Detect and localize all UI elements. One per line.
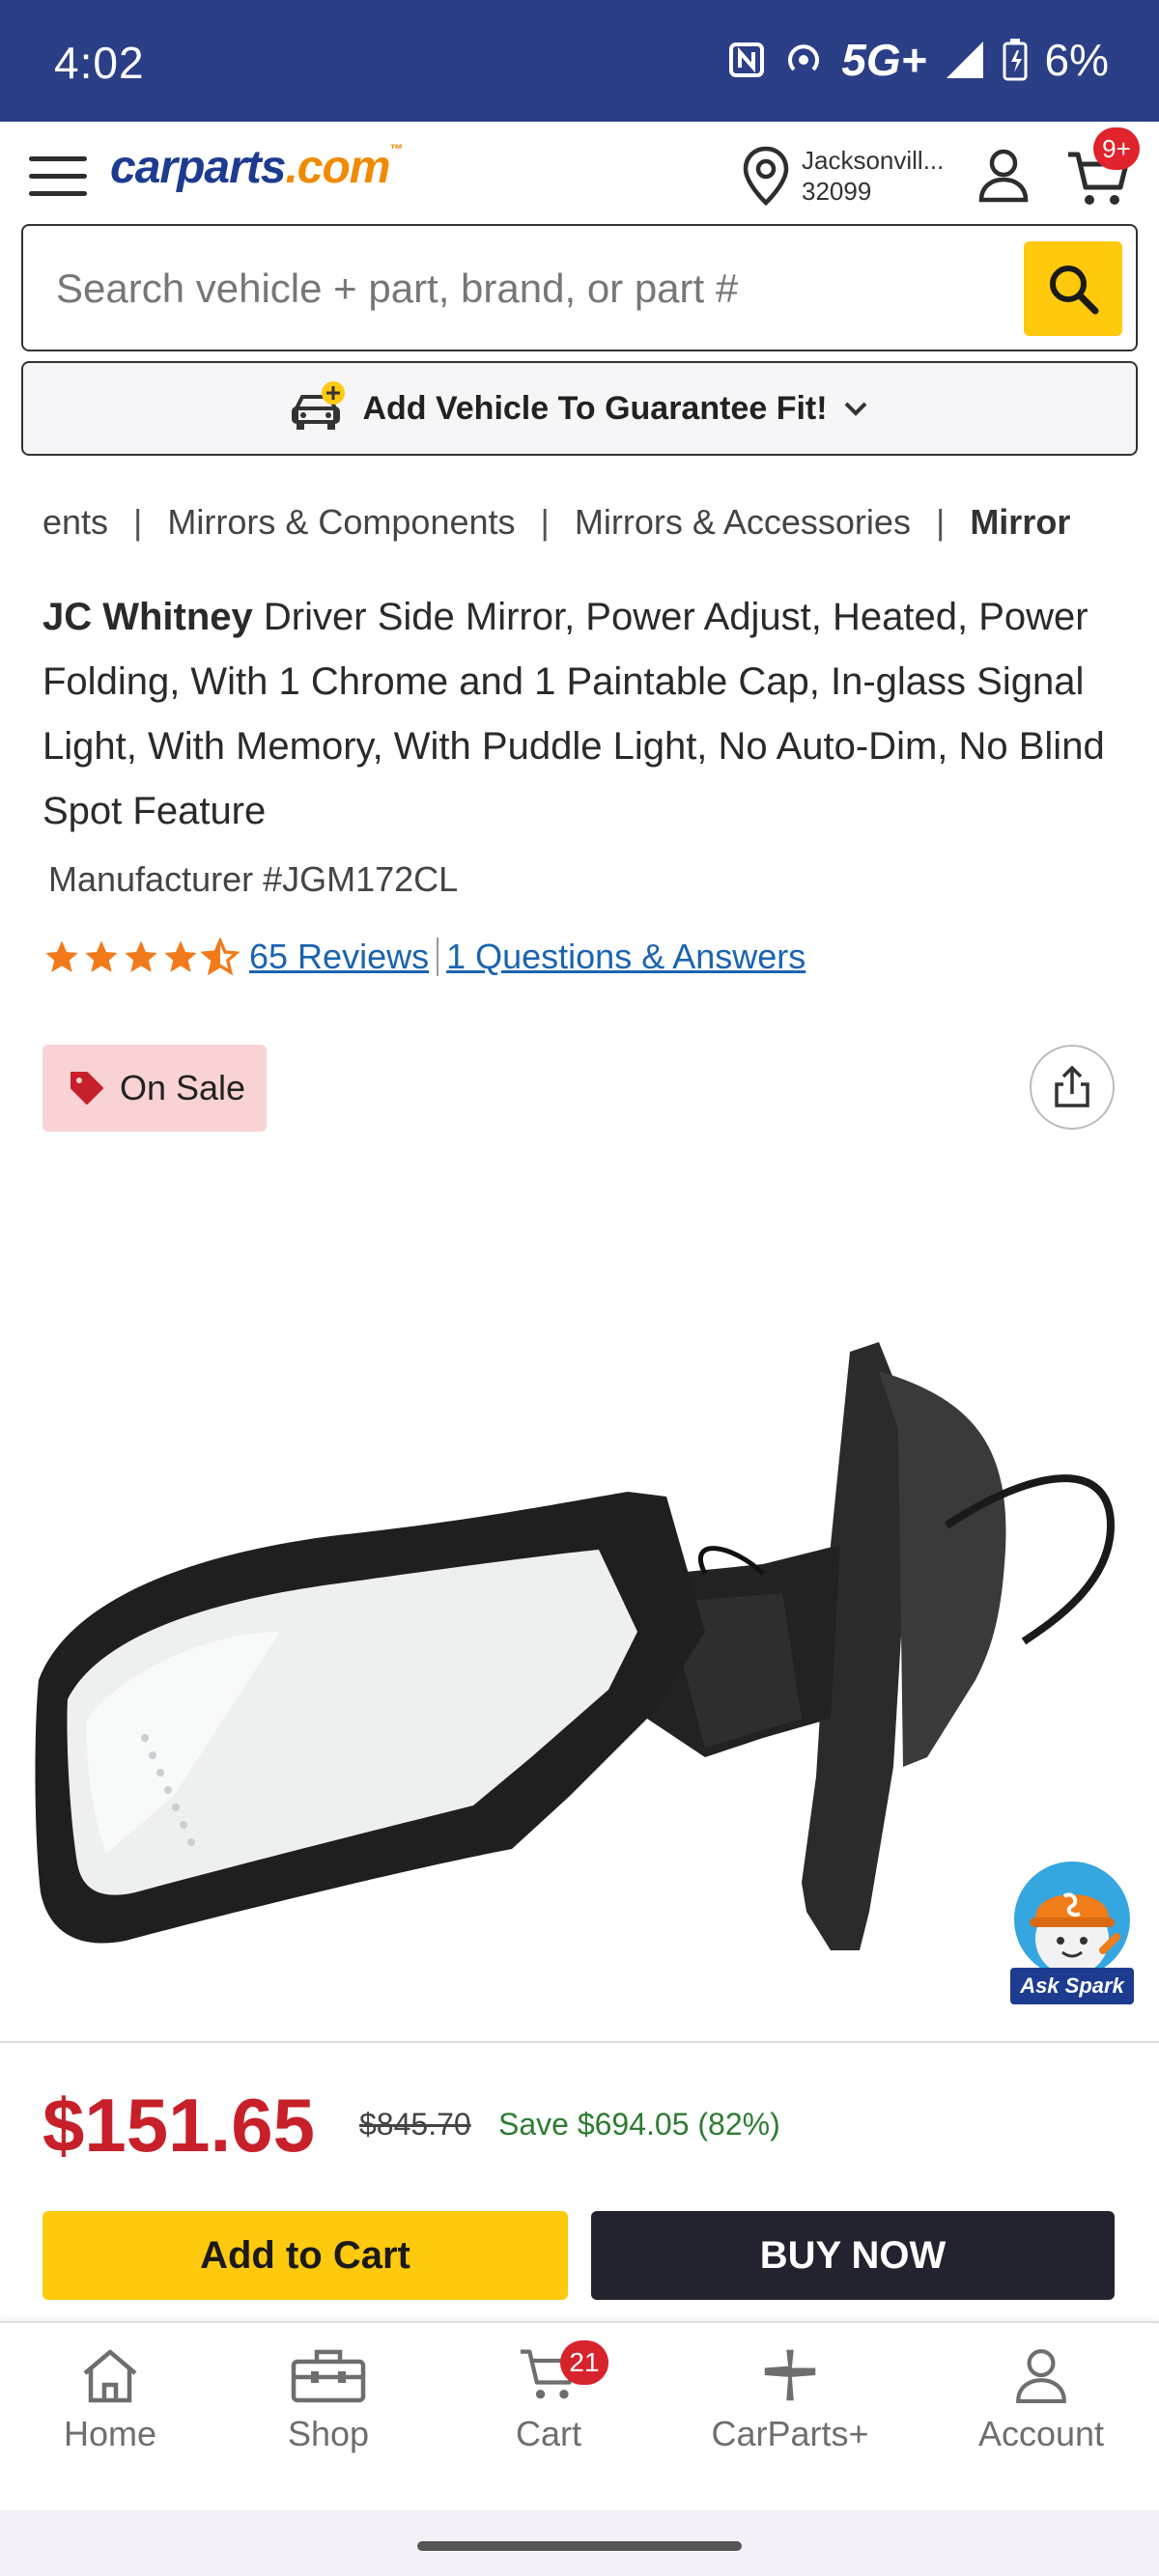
- logo-tld: .com: [285, 142, 390, 193]
- price-panel: $151.65 $845.70 Save $694.05 (82%) Add t…: [0, 2041, 1159, 2321]
- breadcrumb-item[interactable]: Mirrors & Accessories: [575, 502, 911, 550]
- nav-shop-label: Shop: [287, 2414, 370, 2453]
- product-image[interactable]: [29, 1313, 1130, 2008]
- qa-link[interactable]: 1 Questions & Answers: [446, 937, 806, 977]
- star-icon: [45, 940, 78, 972]
- network-type: 5G+: [841, 35, 927, 85]
- cart-count-badge: 9+: [1093, 127, 1140, 170]
- breadcrumb-item[interactable]: Mirrors & Components: [167, 502, 515, 550]
- breadcrumb-separator: |: [133, 502, 143, 542]
- nav-carparts-plus-label: CarParts+: [711, 2414, 869, 2453]
- nav-home[interactable]: Home: [14, 2346, 207, 2454]
- sale-price: $151.65: [42, 2083, 315, 2168]
- nav-carparts-plus[interactable]: CarParts+: [693, 2346, 887, 2454]
- savings-text: Save $694.05 (82%): [498, 2107, 780, 2142]
- nfc-icon: [729, 42, 765, 77]
- search-box: [21, 224, 1138, 351]
- search-input[interactable]: [56, 253, 983, 324]
- bottom-nav: Home Shop Cart 21 CarParts+ Account: [0, 2321, 1159, 2510]
- price-tag-icon: [71, 1072, 103, 1105]
- ask-spark-button[interactable]: Ask Spark: [1008, 1862, 1136, 2004]
- battery-level: 6%: [1044, 35, 1109, 85]
- home-gesture-bar[interactable]: [417, 2541, 742, 2551]
- menu-icon[interactable]: [29, 156, 87, 199]
- ask-spark-avatar: [1014, 1862, 1130, 1977]
- status-icons: 5G+ 6%: [727, 31, 1109, 89]
- nav-account[interactable]: Account: [945, 2346, 1138, 2454]
- account-icon[interactable]: [977, 147, 1030, 203]
- nav-cart[interactable]: Cart 21: [452, 2340, 645, 2454]
- nav-home-label: Home: [63, 2414, 157, 2453]
- car-add-icon: [292, 381, 346, 430]
- star-half-icon: [201, 938, 240, 976]
- ask-spark-label: Ask Spark: [1010, 1968, 1134, 2004]
- logo-brand: carparts: [110, 142, 286, 193]
- chevron-down-icon: [844, 402, 866, 416]
- location-pin-icon[interactable]: [740, 145, 792, 207]
- nav-cart-count-badge: 21: [560, 2340, 608, 2385]
- on-sale-label: On Sale: [120, 1068, 246, 1107]
- status-time: 4:02: [54, 38, 145, 88]
- nav-cart-label: Cart: [515, 2414, 581, 2453]
- account-icon: [1016, 2349, 1066, 2403]
- location-city: Jacksonvill...: [802, 146, 945, 175]
- hotspot-icon: [788, 44, 820, 71]
- logo-trademark: ™: [389, 141, 403, 156]
- home-icon: [83, 2349, 137, 2403]
- search-button[interactable]: [1024, 241, 1122, 336]
- nav-shop[interactable]: Shop: [232, 2346, 425, 2454]
- breadcrumb: ents | Mirrors & Components | Mirrors & …: [42, 502, 1144, 550]
- add-vehicle-button[interactable]: Add Vehicle To Guarantee Fit!: [21, 361, 1138, 456]
- manufacturer-number: Manufacturer #JGM172CL: [42, 859, 458, 900]
- nav-account-label: Account: [977, 2414, 1105, 2453]
- reviews-link[interactable]: 65 Reviews: [249, 937, 429, 977]
- buy-now-button[interactable]: BUY NOW: [591, 2211, 1115, 2300]
- star-icon: [85, 940, 118, 972]
- breadcrumb-separator: |: [935, 502, 946, 542]
- battery-icon: [1003, 39, 1028, 81]
- breadcrumb-item[interactable]: ents: [42, 502, 108, 550]
- share-icon: [1055, 1065, 1089, 1107]
- star-icon: [125, 940, 157, 972]
- location-selector[interactable]: Jacksonvill... 32099: [802, 145, 944, 207]
- star-rating[interactable]: [42, 938, 240, 976]
- original-price: $845.70: [359, 2107, 471, 2142]
- signal-icon: [946, 42, 983, 78]
- product-brand: JC Whitney: [42, 596, 253, 638]
- product-title: JC Whitney Driver Side Mirror, Power Adj…: [42, 585, 1124, 844]
- rating-row: 65 Reviews 1 Questions & Answers: [42, 933, 806, 981]
- location-zip: 32099: [802, 177, 872, 206]
- carparts-plus-icon: [764, 2349, 816, 2401]
- add-to-cart-button[interactable]: Add to Cart: [42, 2211, 568, 2300]
- search-icon: [1050, 266, 1099, 315]
- on-sale-badge: On Sale: [42, 1045, 267, 1132]
- manufacturer-value: JGM172CL: [282, 859, 459, 899]
- toolbox-icon: [291, 2349, 366, 2403]
- share-button[interactable]: [1030, 1045, 1115, 1130]
- star-icon: [164, 940, 197, 972]
- app-header: carparts.com™ Jacksonvill... 32099: [0, 122, 1159, 226]
- manufacturer-label: Manufacturer #: [48, 859, 283, 899]
- carparts-logo[interactable]: carparts.com™: [110, 141, 403, 194]
- add-vehicle-label: Add Vehicle To Guarantee Fit!: [362, 389, 828, 427]
- breadcrumb-current: Mirror: [970, 502, 1071, 542]
- status-bar: 4:02 5G+ 6%: [0, 0, 1159, 122]
- rating-divider: [437, 938, 439, 976]
- breadcrumb-separator: |: [540, 502, 550, 542]
